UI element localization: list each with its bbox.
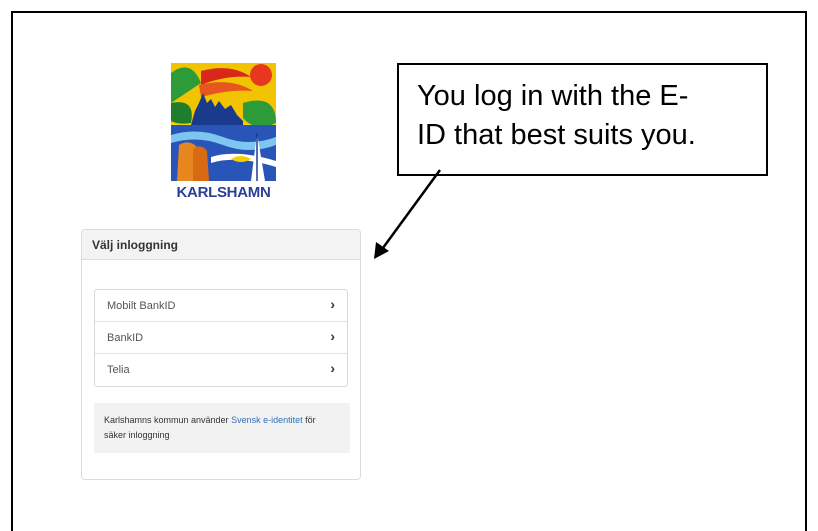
- login-option-telia[interactable]: Telia ›: [95, 354, 347, 386]
- chevron-right-icon: ›: [330, 360, 335, 376]
- panel-title: Välj inloggning: [92, 238, 178, 252]
- callout-line-2: ID that best suits you.: [417, 119, 696, 151]
- svensk-e-identitet-link[interactable]: Svensk e-identitet: [231, 415, 303, 425]
- info-box: Karlshamns kommun använder Svensk e-iden…: [94, 403, 350, 453]
- callout-line-1: You log in with the E-: [417, 80, 689, 112]
- login-option-bankid[interactable]: BankID ›: [95, 322, 347, 354]
- chevron-right-icon: ›: [330, 296, 335, 312]
- pointer-arrow-icon: [374, 169, 442, 259]
- option-label: Telia: [107, 364, 130, 376]
- login-option-mobilt-bankid[interactable]: Mobilt BankID ›: [95, 290, 347, 322]
- callout-box: You log in with the E- ID that best suit…: [397, 63, 768, 176]
- login-options-list: Mobilt BankID › BankID › Telia ›: [94, 289, 348, 387]
- panel-header: Välj inloggning: [82, 230, 360, 260]
- option-label: BankID: [107, 332, 144, 344]
- chevron-right-icon: ›: [330, 328, 335, 344]
- karlshamn-logo: KARLSHAMN: [171, 63, 276, 201]
- logo-text: KARLSHAMN: [176, 184, 271, 201]
- login-panel: Välj inloggning Mobilt BankID › BankID ›…: [81, 229, 361, 480]
- info-text-prefix: Karlshamns kommun använder: [104, 415, 232, 425]
- karlshamn-emblem-icon: [171, 63, 276, 181]
- option-label: Mobilt BankID: [107, 300, 176, 312]
